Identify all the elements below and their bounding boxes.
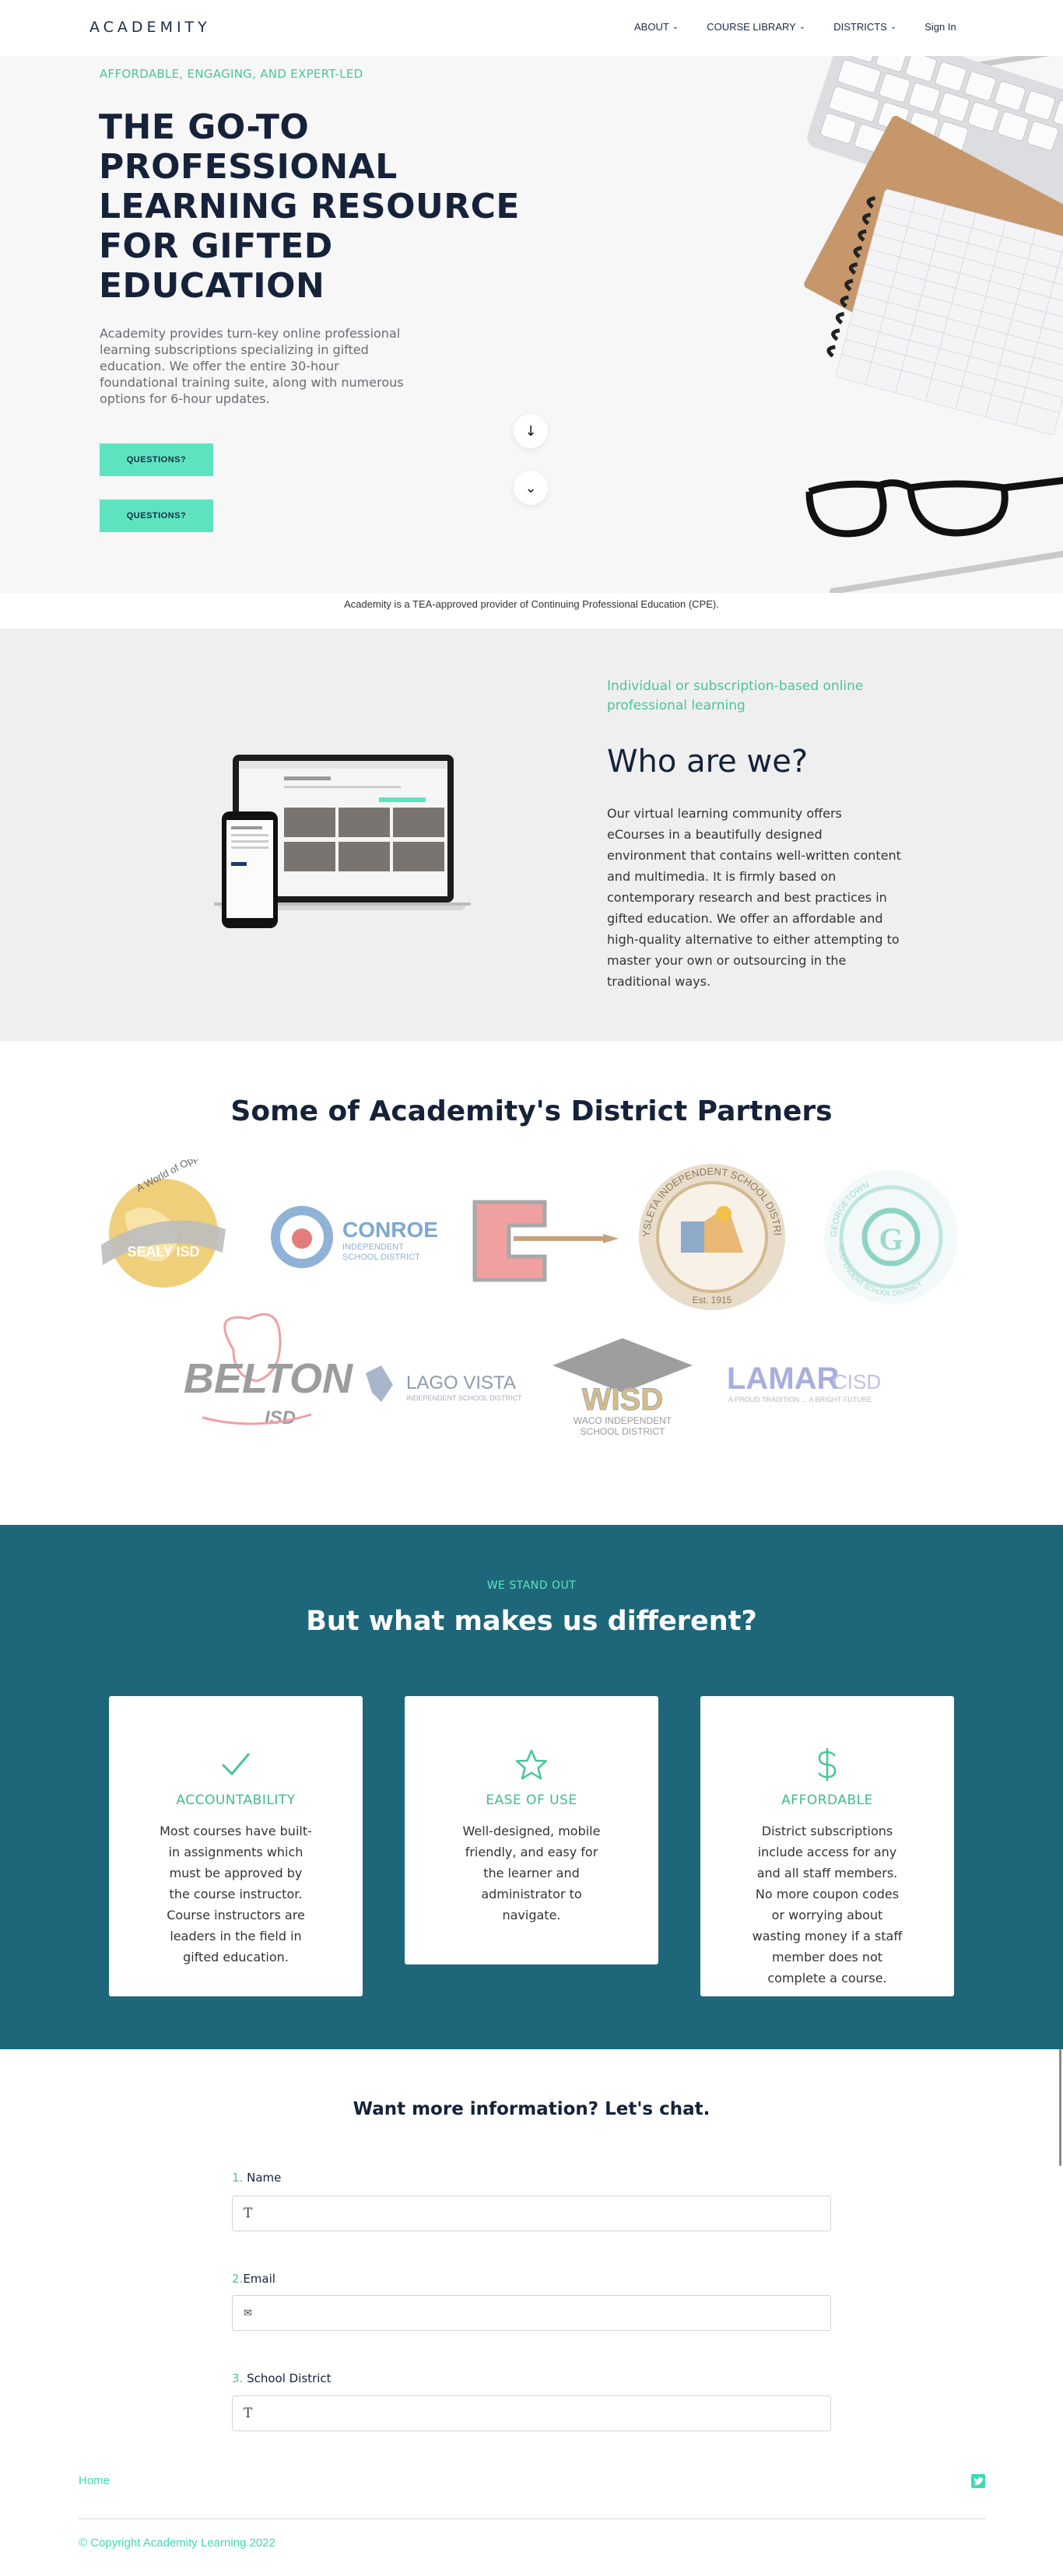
svg-text:BELTON: BELTON <box>184 1355 353 1402</box>
footer-copyright: © Copyright Academity Learning 2022 <box>79 2536 275 2550</box>
school-district-field-label: 3. School District <box>232 2371 332 2385</box>
feature-card-accountability: ACCOUNTABILITY Most courses have built-i… <box>109 1696 363 1996</box>
card-body: District subscriptions include access fo… <box>752 1824 903 1985</box>
who-title: Who are we? <box>607 744 809 780</box>
card-title: AFFORDABLE <box>781 1793 873 1808</box>
nav-item-label: COURSE LIBRARY <box>707 21 796 33</box>
name-field[interactable]: T <box>232 2196 831 2231</box>
field-label-text: Email <box>243 2272 275 2286</box>
hero-eyebrow: AFFORDABLE, ENGAGING, AND EXPERT-LED <box>100 67 363 81</box>
chat-form-title: Want more information? Let's chat. <box>353 2099 710 2119</box>
svg-text:SCHOOL DISTRICT: SCHOOL DISTRICT <box>581 1426 666 1437</box>
feature-card-ease-of-use: EASE OF USE Well-designed, mobile friend… <box>405 1696 658 1964</box>
twitter-icon[interactable] <box>971 2474 985 2488</box>
questions-button-secondary[interactable]: QUESTIONS? <box>100 499 213 532</box>
svg-text:Est. 1915: Est. 1915 <box>693 1295 732 1306</box>
text-icon: T <box>244 2206 253 2221</box>
differentiators-section: WE STAND OUT But what makes us different… <box>0 1525 1063 2049</box>
nav-item-about[interactable]: ABOUT ⌄ <box>634 21 679 33</box>
chevron-down-icon: ⌄ <box>889 23 897 31</box>
field-label-text: Name <box>247 2171 282 2185</box>
svg-text:SCHOOL DISTRICT: SCHOOL DISTRICT <box>342 1253 420 1262</box>
belton-isd-logo: BELTON ISD <box>184 1313 353 1428</box>
star-icon <box>405 1746 658 1783</box>
sealy-isd-logo: SEALY ISD A World of Opportunities <box>101 1159 237 1288</box>
svg-text:ISD: ISD <box>265 1407 296 1428</box>
field-label-text: School District <box>247 2371 332 2385</box>
hero-description: Academity provides turn-key online profe… <box>100 326 404 406</box>
nav-item-label: ABOUT <box>634 21 669 33</box>
field-number: 2. <box>232 2272 244 2286</box>
nav-item-label: DISTRICTS <box>833 21 887 33</box>
diff-eyebrow: WE STAND OUT <box>486 1579 577 1592</box>
svg-text:INDEPENDENT SCHOOL DISTRICT: INDEPENDENT SCHOOL DISTRICT <box>406 1394 522 1402</box>
nav-item-districts[interactable]: DISTRICTS ⌄ <box>833 21 896 33</box>
card-title: EASE OF USE <box>486 1793 577 1808</box>
who-section: Individual or subscription-based online … <box>0 629 1063 1041</box>
name-field-label: 1. Name <box>232 2171 281 2185</box>
hero-section: AFFORDABLE, ENGAGING, AND EXPERT-LED THE… <box>0 56 1063 593</box>
svg-text:WACO INDEPENDENT: WACO INDEPENDENT <box>574 1415 672 1426</box>
scroll-down-button-secondary[interactable]: ⌄ <box>514 471 548 505</box>
sign-in-link[interactable]: Sign In <box>924 21 956 33</box>
field-number: 3. <box>232 2371 244 2385</box>
chevron-down-icon: ⌄ <box>524 479 537 496</box>
arrow-down-icon: ↓ <box>524 422 537 440</box>
envelope-icon: ✉ <box>244 2307 252 2319</box>
c-letter-logo <box>472 1200 619 1282</box>
chevron-down-icon: ⌄ <box>798 23 806 31</box>
svg-text:G: G <box>879 1221 903 1256</box>
svg-text:CONROE: CONROE <box>342 1218 438 1242</box>
hero-title: THE GO-TO PROFESSIONAL LEARNING RESOURCE… <box>99 107 520 306</box>
diff-title: But what makes us different? <box>306 1606 757 1637</box>
cpe-notice: Academity is a TEA-approved provider of … <box>0 593 1063 629</box>
card-body: Well-designed, mobile friendly, and easy… <box>462 1824 601 1922</box>
lago-vista-logo: LAGO VISTA INDEPENDENT SCHOOL DISTRICT <box>366 1365 522 1402</box>
partners-title: Some of Academity's District Partners <box>230 1095 833 1127</box>
email-field[interactable]: ✉ <box>232 2295 831 2331</box>
wisd-logo: WISD WACO INDEPENDENT SCHOOL DISTRICT <box>553 1338 693 1437</box>
footer-divider <box>79 2518 985 2519</box>
who-body: Our virtual learning community offers eC… <box>607 806 901 989</box>
dollar-icon <box>700 1746 954 1783</box>
footer-home-link[interactable]: Home <box>79 2474 110 2487</box>
conroe-isd-logo: CONROE INDEPENDENT SCHOOL DISTRICT <box>271 1206 438 1268</box>
svg-text:WISD: WISD <box>582 1383 663 1417</box>
svg-text:SEALY ISD: SEALY ISD <box>127 1244 199 1260</box>
nav-item-course-library[interactable]: COURSE LIBRARY ⌄ <box>707 21 805 33</box>
georgetown-isd-logo: G GEORGETOWN INDEPENDENT SCHOOL DISTRICT <box>824 1170 958 1304</box>
chevron-down-icon: ⌄ <box>672 23 679 31</box>
text-icon: T <box>244 2406 253 2421</box>
svg-text:A PROUD TRADITION ... A BRIGHT: A PROUD TRADITION ... A BRIGHT FUTURE <box>728 1396 872 1404</box>
lamar-cisd-logo: LAMAR CISD A PROUD TRADITION ... A BRIGH… <box>727 1362 881 1404</box>
svg-text:INDEPENDENT: INDEPENDENT <box>342 1242 404 1252</box>
questions-button[interactable]: QUESTIONS? <box>100 443 213 476</box>
page-scrollbar[interactable] <box>1059 2049 1061 2166</box>
svg-text:CISD: CISD <box>833 1370 881 1393</box>
laptop-phone-mockup <box>214 755 471 928</box>
checkmark-icon <box>109 1746 363 1783</box>
card-title: ACCOUNTABILITY <box>176 1793 296 1808</box>
district-partner-logos: SEALY ISD A World of Opportunities CONRO… <box>0 1159 958 1437</box>
svg-text:LAMAR: LAMAR <box>727 1362 840 1396</box>
nav-menu: ABOUT ⌄ COURSE LIBRARY ⌄ DISTRICTS ⌄ Sign I… <box>634 21 956 33</box>
who-eyebrow: Individual or subscription-based online … <box>607 678 864 713</box>
field-number: 1. <box>232 2171 244 2185</box>
svg-text:LAGO VISTA: LAGO VISTA <box>406 1372 516 1393</box>
scroll-down-button[interactable]: ↓ <box>514 414 548 448</box>
hero-desk-illustration <box>804 56 1063 593</box>
top-navigation: ACADEMITY ABOUT ⌄ COURSE LIBRARY ⌄ DISTRIC… <box>0 0 1063 56</box>
email-field-label: 2.Email <box>232 2272 275 2286</box>
card-body: Most courses have built-in assignments w… <box>160 1824 312 1964</box>
academity-logo[interactable]: ACADEMITY <box>89 19 211 36</box>
school-district-field[interactable]: T <box>232 2396 831 2431</box>
feature-card-affordable: AFFORDABLE District subscriptions includ… <box>700 1696 954 1996</box>
